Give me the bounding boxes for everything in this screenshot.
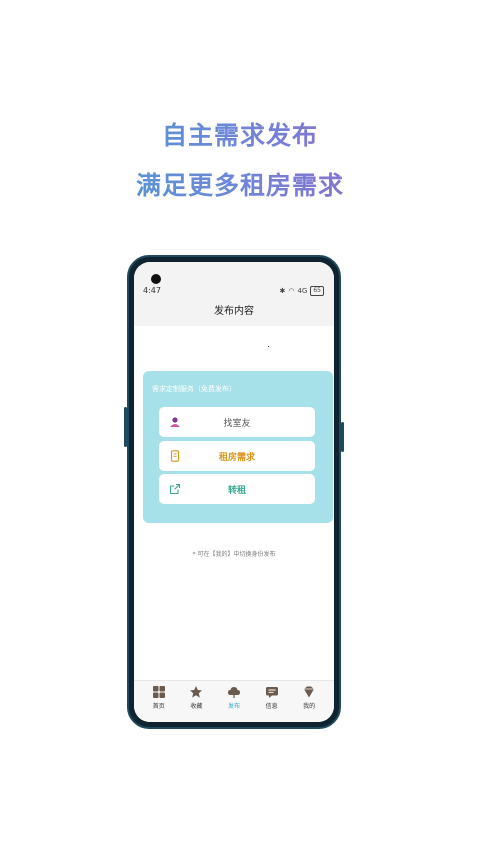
home-grid-icon bbox=[152, 686, 165, 698]
share-icon bbox=[169, 483, 181, 495]
nav-bar: 发布内容 bbox=[134, 298, 334, 326]
tab-messages[interactable]: 信息 bbox=[254, 685, 290, 722]
tab-favorites-label: 收藏 bbox=[190, 703, 203, 710]
signal-text: 4G bbox=[297, 287, 308, 295]
publish-card-title: 需求定制服务（免费发布） bbox=[152, 385, 236, 393]
phone-doc-icon bbox=[170, 450, 180, 462]
page-title: 发布内容 bbox=[214, 306, 254, 317]
rent-demand-label: 租房需求 bbox=[218, 452, 255, 463]
status-bar: 4:47 ✱ ◠ 4G 65 bbox=[134, 262, 334, 298]
phone-side-button bbox=[341, 422, 344, 452]
profile-icon bbox=[304, 686, 315, 698]
promo-headline-2: 满足更多租房需求 bbox=[0, 166, 480, 202]
message-icon bbox=[265, 687, 278, 698]
phone-screen: 4:47 ✱ ◠ 4G 65 发布内容 需求定制服务（免费发布） 找室友 租房需… bbox=[134, 262, 334, 722]
roommate-icon bbox=[170, 417, 180, 427]
bluetooth-icon: ✱ bbox=[279, 287, 286, 295]
tab-favorites[interactable]: 收藏 bbox=[178, 685, 214, 722]
find-roommate-button[interactable]: 找室友 bbox=[159, 407, 315, 437]
tab-publish-label: 发布 bbox=[227, 703, 240, 710]
sublet-button[interactable]: 转租 bbox=[159, 474, 315, 504]
phone-side-button bbox=[124, 407, 127, 447]
rent-demand-button[interactable]: 租房需求 bbox=[159, 441, 315, 471]
identity-hint: * 可在【我的】中切换身份发布 bbox=[192, 551, 276, 558]
phone-mockup: 4:47 ✱ ◠ 4G 65 发布内容 需求定制服务（免费发布） 找室友 租房需… bbox=[124, 255, 344, 729]
status-time: 4:47 bbox=[143, 286, 161, 295]
publish-card: 需求定制服务（免费发布） 找室友 租房需求 转租 bbox=[143, 371, 333, 523]
battery-icon: 65 bbox=[310, 286, 324, 296]
tab-bar: 首页 收藏 发布 信息 我的 bbox=[134, 680, 334, 722]
star-icon bbox=[190, 686, 203, 698]
sublet-label: 转租 bbox=[227, 485, 246, 496]
status-icons: ✱ ◠ 4G 65 bbox=[279, 286, 324, 296]
tab-messages-label: 信息 bbox=[265, 703, 278, 710]
tab-home-label: 首页 bbox=[152, 703, 165, 710]
find-roommate-label: 找室友 bbox=[223, 418, 251, 429]
front-camera bbox=[151, 274, 161, 284]
tab-home[interactable]: 首页 bbox=[141, 685, 177, 722]
tab-publish[interactable]: 发布 bbox=[216, 685, 252, 722]
screen-dot bbox=[268, 346, 269, 347]
promo-headline-1: 自主需求发布 bbox=[0, 116, 480, 152]
wifi-icon: ◠ bbox=[288, 287, 295, 295]
cloud-publish-icon bbox=[227, 687, 240, 698]
tab-profile-label: 我的 bbox=[303, 703, 316, 710]
tab-profile[interactable]: 我的 bbox=[291, 685, 327, 722]
